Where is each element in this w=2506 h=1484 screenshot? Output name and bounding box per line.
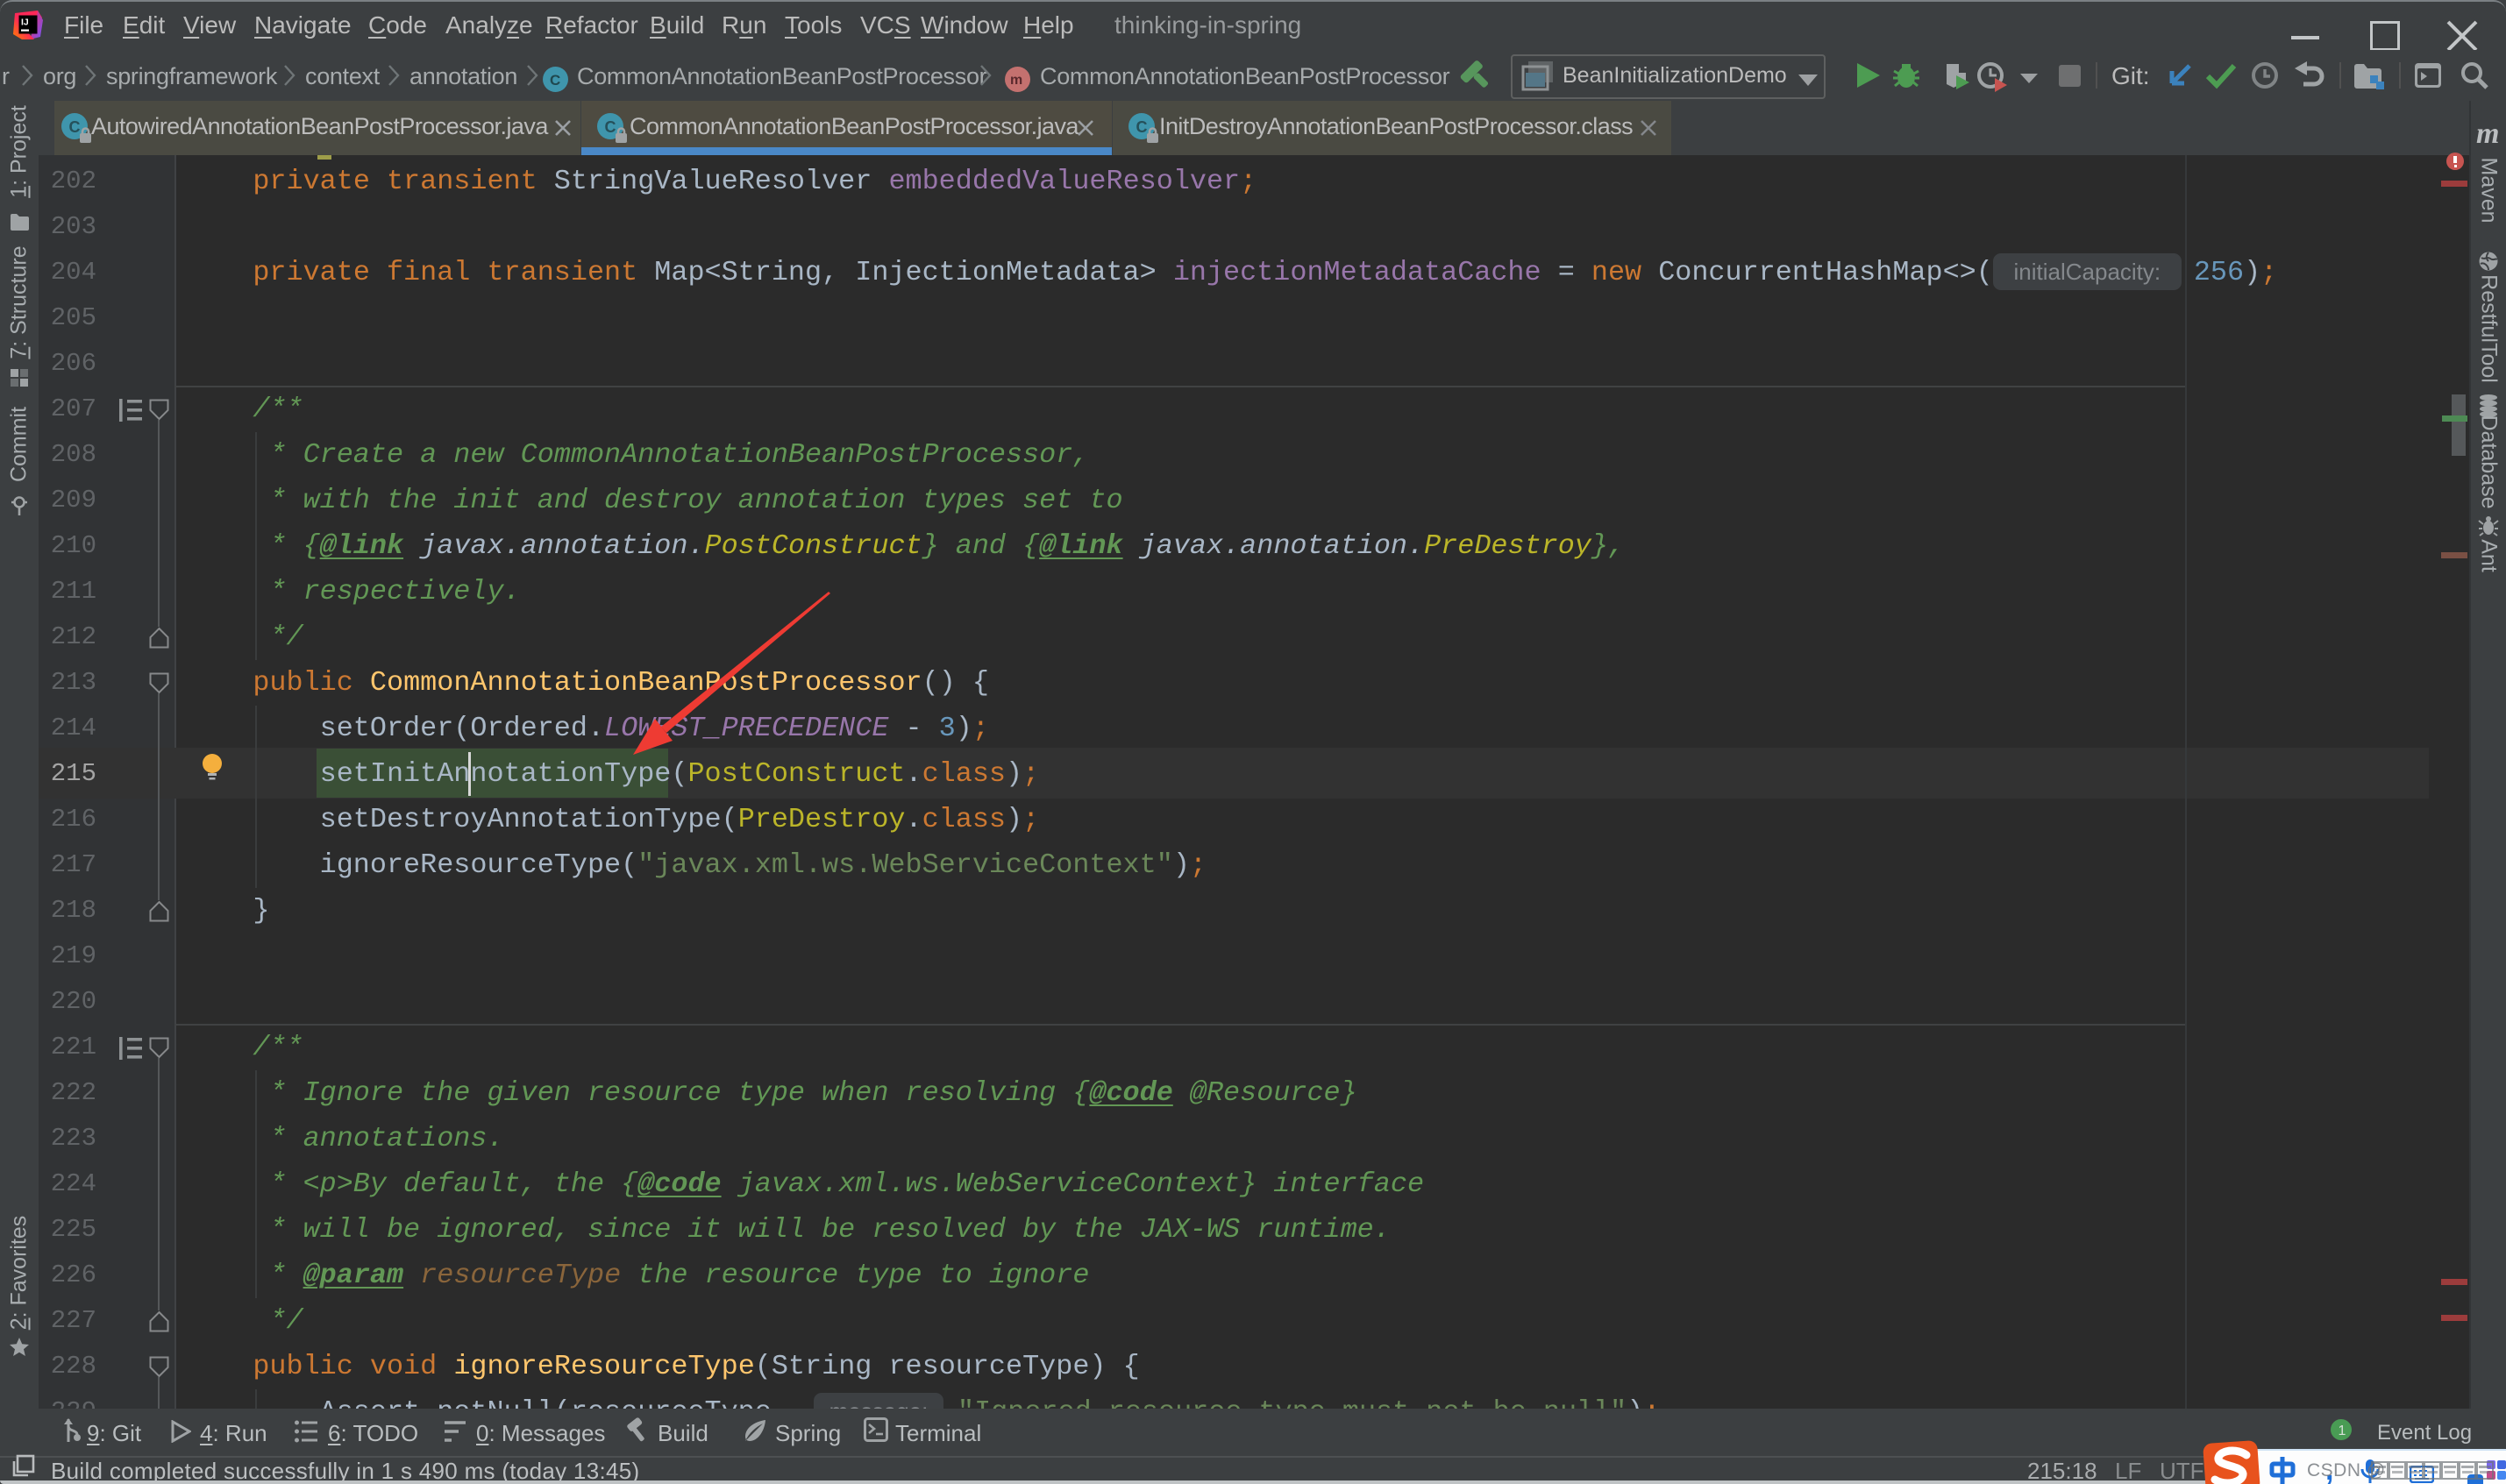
- svg-text:1: 1: [2339, 1424, 2346, 1438]
